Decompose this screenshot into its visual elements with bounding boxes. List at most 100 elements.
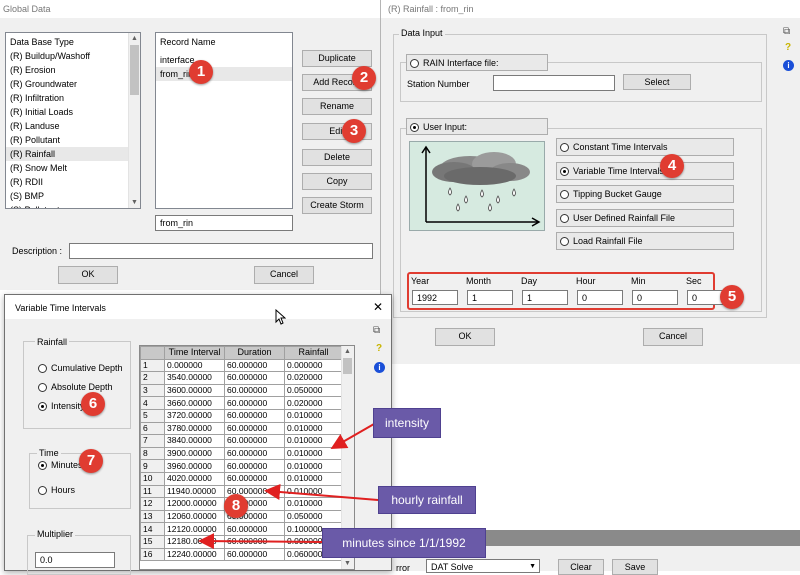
database-type-item[interactable]: (R) Landuse [6, 119, 140, 133]
record-name-field[interactable]: from_rin [155, 215, 293, 231]
grid-cell[interactable]: 12120.00000 [164, 522, 225, 536]
grid-cell[interactable]: 12060.00000 [164, 509, 225, 524]
database-type-item[interactable]: (S) BMP [6, 189, 140, 203]
copy-icon[interactable]: ⧉ [783, 26, 790, 37]
date-field-input[interactable]: 0 [577, 290, 623, 305]
record-item[interactable]: interface [156, 53, 292, 67]
database-type-item[interactable]: (R) Pollutant [6, 133, 140, 147]
user-input-radio[interactable] [410, 123, 419, 133]
grid-cell[interactable]: 0.050000 [284, 383, 343, 398]
database-type-item[interactable]: (R) RDII [6, 175, 140, 189]
rainfall-ok-button[interactable]: OK [435, 328, 495, 346]
grid-row[interactable]: 7 3840.00000 60.000000 0.010000 [140, 434, 343, 448]
grid-cell[interactable]: 3720.00000 [164, 408, 225, 423]
database-type-item[interactable]: (R) Buildup/Washoff [6, 49, 140, 63]
time-unit-radio[interactable] [38, 461, 47, 471]
grid-cell[interactable]: 60.000000 [224, 459, 285, 473]
grid-cell[interactable]: 3600.00000 [164, 383, 225, 398]
rainfall-method-radio[interactable] [560, 213, 569, 223]
select-button[interactable]: Select [623, 74, 691, 90]
grid-row[interactable]: 4 3660.00000 60.000000 0.020000 [140, 396, 343, 410]
rainfall-type-option[interactable]: Intensity [38, 401, 85, 412]
global-ok-button[interactable]: OK [58, 266, 118, 284]
scroll-up-icon[interactable]: ▲ [342, 346, 353, 357]
info-icon[interactable]: i [783, 60, 794, 71]
rainfall-method-option[interactable]: Load Rainfall File [556, 232, 734, 250]
date-field-input[interactable]: 1992 [412, 290, 458, 305]
grid-cell[interactable]: 3540.00000 [164, 371, 225, 385]
grid-cell[interactable]: 60.000000 [224, 408, 285, 423]
copy-icon[interactable]: ⧉ [373, 325, 380, 336]
scroll-down-icon[interactable]: ▼ [129, 197, 140, 208]
grid-cell[interactable]: 60.000000 [224, 446, 285, 461]
database-type-item[interactable]: (R) Snow Melt [6, 161, 140, 175]
grid-cell[interactable]: 60.000000 [224, 547, 285, 562]
grid-column-header[interactable]: Rainfall [284, 346, 343, 360]
database-type-item[interactable]: (R) Initial Loads [6, 105, 140, 119]
grid-row[interactable]: 1 0.000000 60.000000 0.000000 [140, 358, 343, 373]
multiplier-field[interactable]: 0.0 [35, 552, 115, 568]
grid-cell[interactable]: 0.010000 [284, 497, 343, 511]
grid-cell[interactable]: 3960.00000 [164, 459, 225, 473]
rainfall-method-option[interactable]: Tipping Bucket Gauge [556, 185, 734, 203]
scroll-down-icon[interactable]: ▼ [342, 558, 353, 569]
rainfall-method-radio[interactable] [560, 190, 569, 200]
grid-cell[interactable]: 0.010000 [284, 408, 343, 423]
grid-cell[interactable]: 0.010000 [284, 459, 343, 473]
grid-cell[interactable]: 60.000000 [224, 421, 285, 436]
grid-cell[interactable]: 12180.00000 [164, 534, 225, 549]
grid-row[interactable]: 14 12120.00000 60.000000 0.100000 [140, 522, 343, 536]
database-type-item[interactable]: (R) Infiltration [6, 91, 140, 105]
delete-button[interactable]: Delete [302, 149, 372, 166]
grid-column-header[interactable]: Time Interval [164, 346, 225, 360]
user-input-option[interactable]: User Input: [406, 118, 548, 135]
database-type-scrollbar[interactable]: ▲ ▼ [128, 33, 140, 208]
grid-cell[interactable]: 3780.00000 [164, 421, 225, 436]
grid-row[interactable]: 16 12240.00000 60.000000 0.060000 [140, 547, 343, 562]
time-unit-radio[interactable] [38, 486, 47, 496]
rainfall-method-radio[interactable] [560, 143, 569, 153]
grid-row[interactable]: 9 3960.00000 60.000000 0.010000 [140, 459, 343, 473]
grid-row[interactable]: 2 3540.00000 60.000000 0.020000 [140, 371, 343, 385]
grid-cell[interactable]: 0.000000 [164, 358, 225, 373]
grid-cell[interactable]: 0.050000 [284, 509, 343, 524]
rainfall-type-radio[interactable] [38, 402, 47, 412]
grid-cell[interactable]: 60.000000 [224, 358, 285, 373]
grid-cell[interactable]: 0.020000 [284, 371, 343, 385]
grid-row[interactable]: 5 3720.00000 60.000000 0.010000 [140, 408, 343, 423]
grid-cell[interactable]: 0.010000 [284, 434, 343, 448]
grid-cell[interactable]: 60.000000 [224, 396, 285, 410]
scroll-thumb[interactable] [343, 358, 352, 374]
grid-row[interactable]: 15 12180.00000 60.000000 0.090000 [140, 534, 343, 549]
grid-cell[interactable]: 0.000000 [284, 358, 343, 373]
grid-row[interactable]: 6 3780.00000 60.000000 0.010000 [140, 421, 343, 436]
grid-row[interactable]: 8 3900.00000 60.000000 0.010000 [140, 446, 343, 461]
grid-cell[interactable]: 60.000000 [224, 371, 285, 385]
rainfall-type-option[interactable]: Cumulative Depth [38, 363, 123, 374]
save-button[interactable]: Save [612, 559, 658, 575]
time-unit-option[interactable]: Minutes [38, 460, 83, 471]
grid-cell[interactable]: 12000.00000 [164, 497, 225, 511]
create-storm-button[interactable]: Create Storm [302, 197, 372, 214]
database-type-item[interactable]: (R) Groundwater [6, 77, 140, 91]
grid-cell[interactable]: 4020.00000 [164, 471, 225, 486]
help-icon[interactable]: ? [376, 343, 382, 354]
rain-interface-radio[interactable] [410, 59, 419, 69]
time-unit-option[interactable]: Hours [38, 485, 75, 496]
grid-cell[interactable]: 0.010000 [284, 421, 343, 436]
grid-cell[interactable]: 3900.00000 [164, 446, 225, 461]
record-item[interactable]: from_rin [156, 67, 292, 81]
rainfall-method-radio[interactable] [560, 166, 569, 176]
date-field-input[interactable]: 1 [467, 290, 513, 305]
grid-cell[interactable]: 60.000000 [224, 534, 285, 549]
rainfall-type-radio[interactable] [38, 383, 47, 393]
grid-cell[interactable]: 0.010000 [284, 446, 343, 461]
database-type-list[interactable]: Data Base Type (R) Buildup/Washoff (R) Er… [5, 32, 141, 209]
close-icon[interactable]: ✕ [373, 300, 383, 314]
grid-cell[interactable]: 60.000000 [224, 522, 285, 536]
grid-cell[interactable]: 0.010000 [284, 484, 343, 499]
info-icon[interactable]: i [374, 362, 385, 373]
record-name-list[interactable]: Record Name interface from_rin [155, 32, 293, 209]
grid-cell[interactable]: 60.000000 [224, 383, 285, 398]
grid-cell[interactable]: 0.020000 [284, 396, 343, 410]
